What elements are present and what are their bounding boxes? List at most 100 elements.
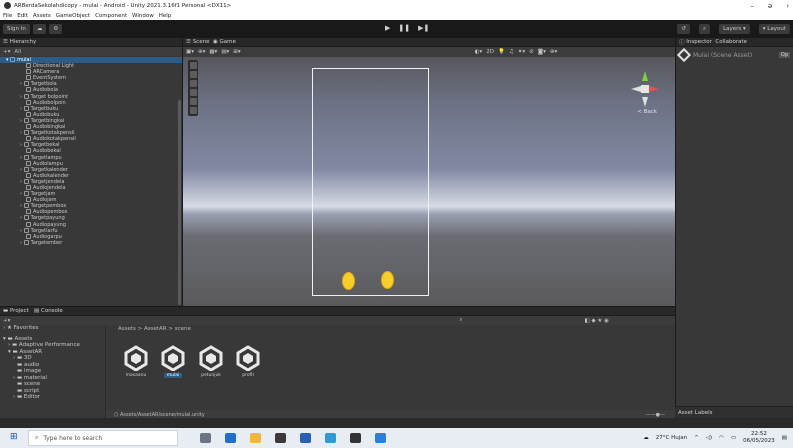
- list-item-label: Editor: [23, 394, 41, 400]
- list-item[interactable]: › ▬ Editor: [3, 394, 105, 401]
- favorites-item[interactable]: › ★ Favorites: [3, 325, 105, 332]
- cloud-icon[interactable]: ☁: [32, 24, 47, 34]
- tab-hierarchy[interactable]: Hierarchy: [10, 39, 37, 45]
- rotate-tool-icon[interactable]: [189, 80, 197, 87]
- scene-asset-tile[interactable]: mulai: [155, 345, 191, 378]
- window-titlebar: ARBerdaSekolahdicopy - mulai - Android -…: [0, 0, 793, 11]
- search-icon[interactable]: ⌕: [459, 317, 462, 324]
- store-icon[interactable]: [325, 433, 336, 443]
- task-view-icon[interactable]: [200, 433, 211, 443]
- snap-icon[interactable]: ▤▾: [221, 49, 229, 55]
- camera-icon[interactable]: ◙▾: [538, 49, 546, 55]
- scale-tool-icon[interactable]: [189, 89, 197, 96]
- battery-icon[interactable]: ▭: [731, 435, 736, 441]
- clock[interactable]: 22:52 06/05/2023: [743, 431, 775, 445]
- scene-viewport[interactable]: < Back: [183, 57, 675, 306]
- menu-assets[interactable]: Assets: [33, 13, 51, 19]
- unity-hub-icon[interactable]: [275, 433, 286, 443]
- breadcrumb[interactable]: Assets > AssetAR > scene: [118, 326, 191, 332]
- maximize-icon[interactable]: ə: [768, 2, 772, 10]
- hand-tool-icon[interactable]: [189, 62, 197, 69]
- wifi-icon[interactable]: ◠: [719, 435, 724, 441]
- menu-window[interactable]: Window: [132, 13, 154, 19]
- tab-inspector[interactable]: Inspector: [686, 39, 712, 45]
- collab-icon[interactable]: ⚙: [49, 24, 63, 34]
- history-icon[interactable]: ↺: [677, 24, 690, 34]
- list-item-label: Targetbola: [30, 81, 57, 88]
- 2d-icon[interactable]: 2D: [486, 49, 494, 55]
- project-assets-view: Assets > AssetAR > scene masaanu mulai p…: [106, 325, 675, 419]
- sign-in-button[interactable]: Sign In: [3, 24, 30, 34]
- increment-icon[interactable]: ⊞▾: [233, 49, 240, 55]
- inspector-object-header: Mulai (Scene Asset) Op: [676, 47, 793, 63]
- transform-tool-icon[interactable]: [189, 107, 197, 114]
- tab-game[interactable]: ◉ Game: [213, 39, 236, 45]
- hierarchy-search-input[interactable]: All: [14, 49, 21, 55]
- menu-gameobject[interactable]: GameObject: [56, 13, 90, 19]
- search-icon[interactable]: ⌕: [698, 24, 711, 34]
- zoom-slider[interactable]: ——●—: [646, 412, 665, 418]
- chevron-up-icon[interactable]: ^: [694, 435, 699, 441]
- notification-icon[interactable]: ▤: [782, 435, 787, 441]
- open-button[interactable]: Op: [778, 52, 790, 58]
- add-icon[interactable]: +▾: [3, 49, 10, 55]
- tab-scene[interactable]: ☰ Scene: [186, 39, 209, 45]
- edge-icon[interactable]: [225, 433, 236, 443]
- yellow-button-object[interactable]: [381, 271, 394, 289]
- pause-icon[interactable]: ❚❚: [398, 24, 410, 32]
- menu-edit[interactable]: Edit: [17, 13, 28, 19]
- menu-help[interactable]: Help: [159, 13, 172, 19]
- pivot-icon[interactable]: ⊕▾: [198, 49, 205, 55]
- scene-asset-tile[interactable]: masaanu: [118, 345, 154, 378]
- add-icon[interactable]: +▾: [3, 318, 10, 324]
- search-icon: ⌕: [35, 434, 39, 441]
- scene-asset-tile[interactable]: profil: [230, 345, 266, 378]
- move-tool-icon[interactable]: [189, 71, 197, 78]
- hidden-icon[interactable]: ⊘: [529, 49, 534, 55]
- minimize-icon[interactable]: –: [750, 2, 754, 10]
- layout-dropdown[interactable]: ▾ Layout: [758, 24, 790, 34]
- unity-scene-icon: [199, 345, 223, 371]
- word-icon[interactable]: [300, 433, 311, 443]
- orientation-gizmo-icon[interactable]: [625, 65, 665, 115]
- system-tray: ☁ 27°C Hujan ^ ◁) ◠ ▭ 22:52 06/05/2023 ▤: [643, 428, 787, 448]
- speaker-icon[interactable]: ◁): [706, 435, 712, 441]
- unity-logo-icon: [4, 2, 11, 9]
- tab-console[interactable]: Console: [41, 308, 63, 314]
- hierarchy-scrollbar[interactable]: [178, 100, 181, 305]
- gizmos-icon[interactable]: ⊕▾: [550, 49, 557, 55]
- grid-icon[interactable]: ▦▾: [209, 49, 217, 55]
- list-item[interactable]: › Targetember: [0, 239, 182, 246]
- tab-collaborate[interactable]: Collaborate: [715, 39, 747, 45]
- asset-label: mulai: [163, 373, 183, 378]
- unity-scene-icon: [676, 47, 692, 63]
- step-icon[interactable]: ▶❚: [418, 24, 429, 32]
- list-item-label: Audiojendela: [33, 184, 66, 191]
- weather-text[interactable]: 27°C Hujan: [656, 435, 687, 441]
- render-toggle-icon[interactable]: ◐▾: [475, 49, 483, 55]
- rect-tool-icon[interactable]: [189, 98, 197, 105]
- draw-mode-icon[interactable]: ▣▾: [186, 49, 194, 55]
- perspective-label[interactable]: < Back: [637, 109, 657, 115]
- tab-project[interactable]: Project: [10, 308, 29, 314]
- layers-dropdown[interactable]: Layers ▾: [719, 24, 750, 34]
- filter-icon[interactable]: ◧ ◆ ★ ◉: [584, 318, 608, 324]
- cube-icon: [26, 111, 31, 117]
- file-explorer-icon[interactable]: [250, 433, 261, 443]
- play-icon[interactable]: ▶: [385, 24, 390, 32]
- yellow-button-object[interactable]: [342, 272, 355, 290]
- scene-asset-tile[interactable]: petunjuk: [193, 345, 229, 378]
- unity-editor-icon[interactable]: [350, 433, 361, 443]
- tab-scene-label: Scene: [192, 39, 210, 45]
- close-icon[interactable]: ›: [786, 2, 789, 10]
- effects-icon[interactable]: ✦▾: [518, 49, 525, 55]
- cube-icon: [26, 124, 31, 130]
- audio-icon[interactable]: ♫: [509, 49, 514, 55]
- vscode-icon[interactable]: [375, 433, 386, 443]
- menu-component[interactable]: Component: [95, 13, 127, 19]
- taskbar-search-input[interactable]: ⌕ Type here to search: [28, 430, 178, 446]
- menu-file[interactable]: File: [3, 13, 12, 19]
- cube-icon: [23, 142, 29, 148]
- lighting-icon[interactable]: 💡: [498, 49, 505, 55]
- windows-start-icon[interactable]: ⊞: [10, 432, 18, 442]
